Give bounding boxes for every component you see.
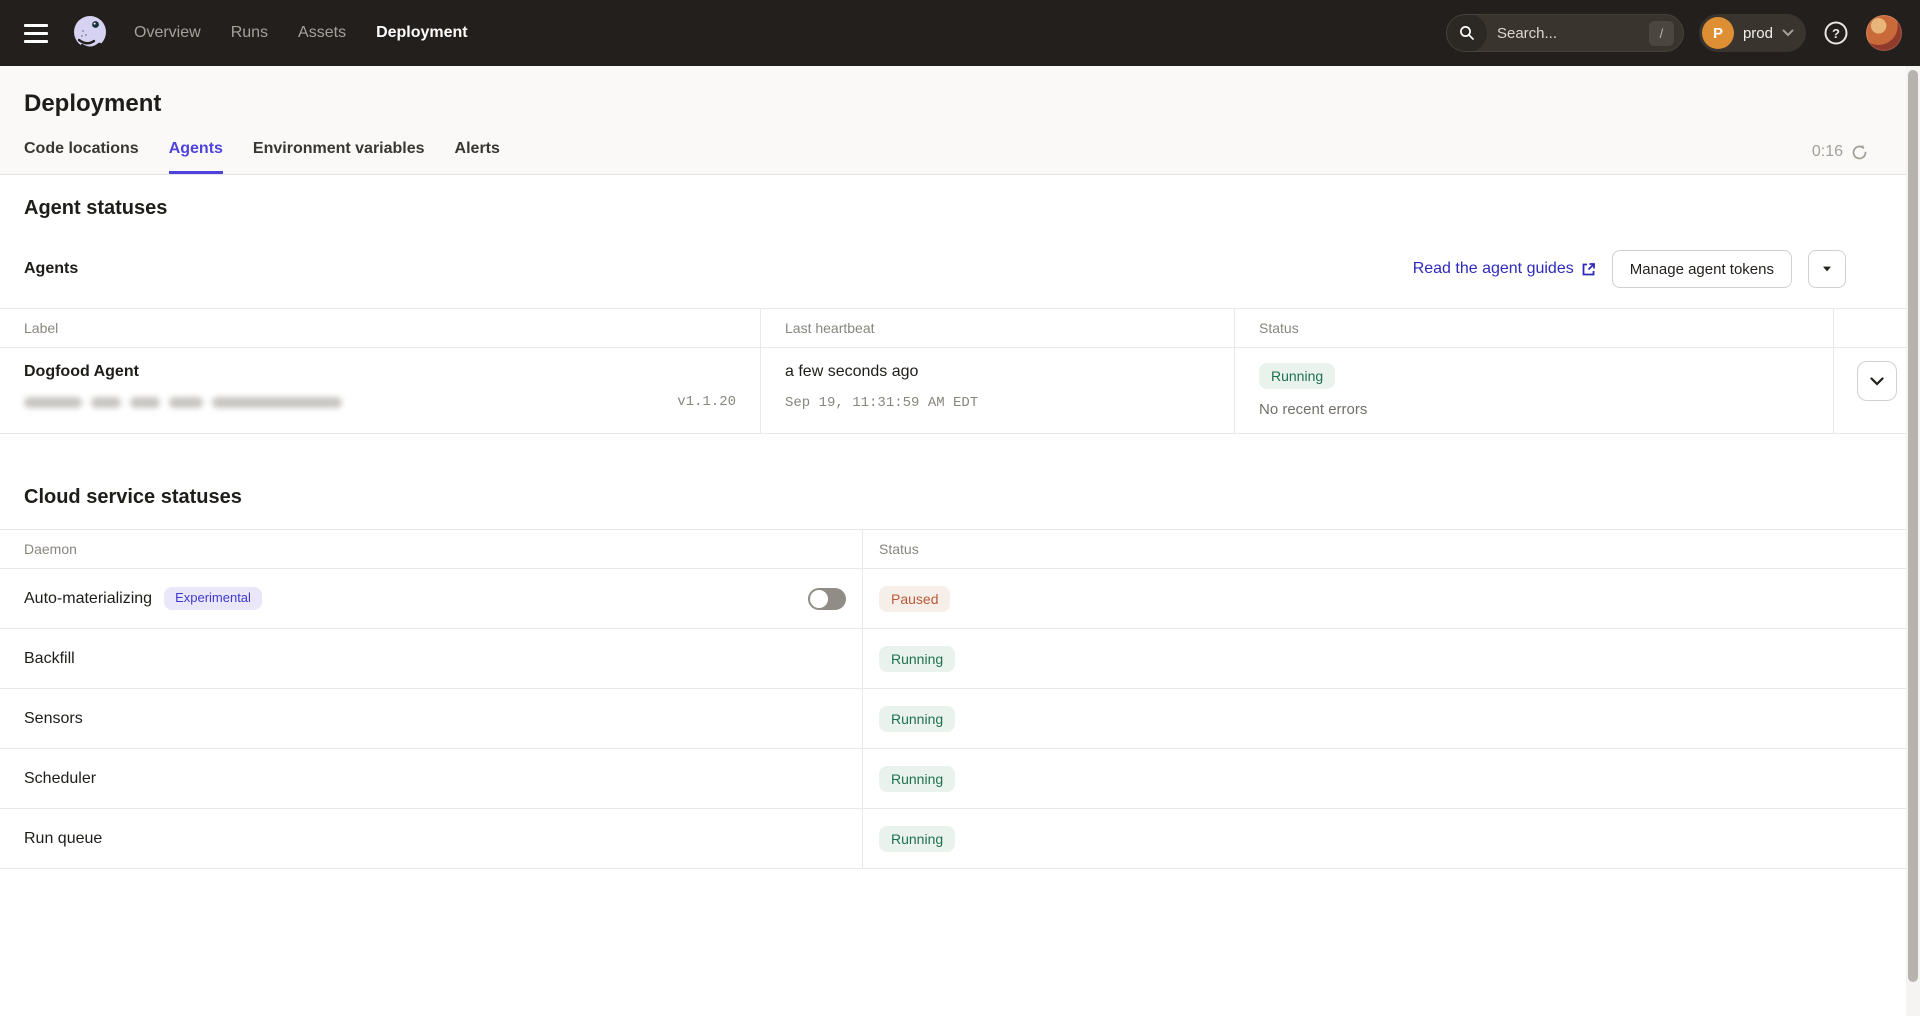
top-nav: Overview Runs Assets Deployment / P prod…	[0, 0, 1920, 66]
dagster-logo-icon[interactable]	[68, 11, 112, 55]
heartbeat-timestamp: Sep 19, 11:31:59 AM EDT	[785, 395, 1210, 411]
agents-table: Label Last heartbeat Status Dogfood Agen…	[0, 308, 1920, 434]
menu-icon[interactable]	[18, 13, 58, 53]
help-icon[interactable]: ?	[1821, 18, 1851, 48]
daemon-name: Scheduler	[24, 770, 96, 788]
nav-deployment[interactable]: Deployment	[376, 24, 468, 42]
daemon-row-scheduler: Scheduler Running	[0, 749, 1920, 809]
refresh-timer: 0:16	[1812, 143, 1843, 161]
daemon-status-badge: Running	[879, 766, 955, 792]
auto-materializing-toggle[interactable]	[808, 588, 846, 610]
nav-assets[interactable]: Assets	[298, 24, 346, 42]
agents-table-header: Label Last heartbeat Status	[0, 309, 1920, 348]
agents-toolbar: Agents Read the agent guides Manage agen…	[24, 250, 1896, 288]
chevron-down-icon	[1870, 377, 1884, 386]
page-title: Deployment	[24, 90, 1896, 118]
search-shortcut-key: /	[1649, 21, 1674, 46]
search-input[interactable]	[1497, 25, 1607, 42]
cloud-table-header: Daemon Status	[0, 530, 1920, 569]
agent-status-badge: Running	[1259, 363, 1335, 389]
chevron-down-icon	[1782, 29, 1794, 37]
org-name: prod	[1743, 25, 1773, 42]
nav-overview[interactable]: Overview	[134, 24, 201, 42]
daemon-cell: Auto-materializing Experimental	[0, 569, 862, 628]
col-last-heartbeat: Last heartbeat	[760, 309, 1234, 347]
nav-runs[interactable]: Runs	[231, 24, 268, 42]
nav-right-cluster: / P prod ?	[1446, 14, 1902, 52]
agents-actions: Read the agent guides Manage agent token…	[1413, 250, 1846, 288]
scrollbar-thumb[interactable]	[1908, 70, 1918, 982]
external-link-icon	[1581, 262, 1596, 277]
tab-alerts[interactable]: Alerts	[455, 140, 500, 174]
user-avatar[interactable]	[1866, 15, 1902, 51]
org-initial-badge: P	[1702, 17, 1734, 49]
refresh-countdown: 0:16	[1812, 143, 1868, 174]
daemon-row-backfill: Backfill Running	[0, 629, 1920, 689]
tab-code-locations[interactable]: Code locations	[24, 140, 139, 174]
org-switcher[interactable]: P prod	[1699, 14, 1806, 52]
agent-label-cell: Dogfood Agent v1.1.20	[0, 348, 760, 433]
col-daemon-status: Status	[862, 530, 1920, 568]
daemon-name: Run queue	[24, 830, 102, 848]
agents-subheading: Agents	[24, 260, 78, 278]
agent-name: Dogfood Agent	[24, 363, 736, 381]
cloud-statuses-heading: Cloud service statuses	[24, 486, 1896, 509]
manage-agent-tokens-button[interactable]: Manage agent tokens	[1612, 250, 1792, 288]
vertical-scrollbar[interactable]	[1906, 66, 1920, 1016]
refresh-icon[interactable]	[1851, 144, 1868, 161]
primary-nav: Overview Runs Assets Deployment	[134, 24, 468, 42]
agent-id-redacted	[24, 397, 342, 408]
daemon-status-badge: Paused	[879, 586, 950, 612]
tab-environment-variables[interactable]: Environment variables	[253, 140, 425, 174]
daemon-row-run-queue: Run queue Running	[0, 809, 1920, 869]
agent-heartbeat-cell: a few seconds ago Sep 19, 11:31:59 AM ED…	[760, 348, 1234, 433]
col-status: Status	[1234, 309, 1833, 347]
page-header: Deployment Code locations Agents Environ…	[0, 66, 1920, 175]
agent-status-cell: Running No recent errors	[1234, 348, 1833, 433]
daemon-status-badge: Running	[879, 826, 955, 852]
search-box[interactable]: /	[1446, 14, 1684, 52]
cloud-services-table: Daemon Status Auto-materializing Experim…	[0, 529, 1920, 869]
tab-agents[interactable]: Agents	[169, 140, 223, 174]
heartbeat-relative: a few seconds ago	[785, 363, 1210, 381]
col-daemon: Daemon	[0, 530, 862, 568]
daemon-status-badge: Running	[879, 706, 955, 732]
daemon-row-sensors: Sensors Running	[0, 689, 1920, 749]
daemon-status-badge: Running	[879, 646, 955, 672]
agent-version: v1.1.20	[677, 394, 736, 410]
daemon-row-auto-materializing: Auto-materializing Experimental Paused	[0, 569, 1920, 629]
tab-bar: Code locations Agents Environment variab…	[24, 140, 1896, 174]
agent-status-detail: No recent errors	[1259, 401, 1809, 418]
agent-guides-link-label: Read the agent guides	[1413, 260, 1574, 278]
svg-text:?: ?	[1832, 26, 1840, 41]
daemon-name: Auto-materializing	[24, 590, 152, 608]
caret-down-icon	[1823, 267, 1831, 272]
agent-expand-button[interactable]	[1857, 361, 1897, 401]
daemon-name: Backfill	[24, 650, 75, 668]
search-icon	[1447, 14, 1487, 52]
experimental-badge: Experimental	[164, 587, 262, 610]
agents-more-actions-button[interactable]	[1808, 250, 1846, 288]
agent-guides-link[interactable]: Read the agent guides	[1413, 260, 1596, 278]
agent-row: Dogfood Agent v1.1.20 a few seconds ago …	[0, 348, 1920, 434]
daemon-name: Sensors	[24, 710, 83, 728]
agent-statuses-heading: Agent statuses	[24, 197, 1896, 220]
col-label: Label	[0, 309, 760, 347]
